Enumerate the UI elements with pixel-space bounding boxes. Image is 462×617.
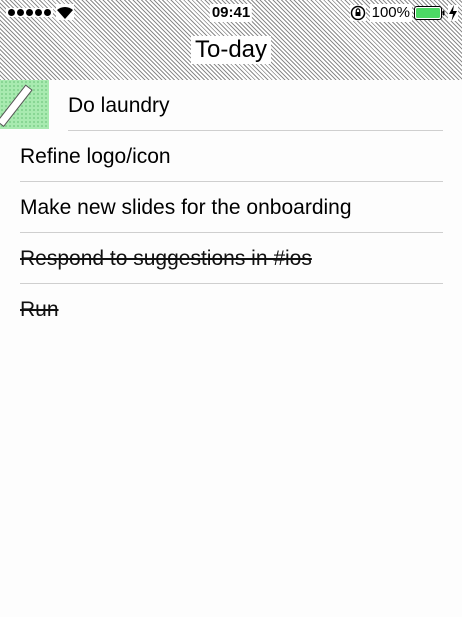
todo-item[interactable]: Refine logo/icon	[0, 131, 462, 182]
todo-label: Run	[20, 298, 59, 321]
cellular-signal-icon	[6, 8, 53, 17]
page-title: To-day	[190, 36, 272, 64]
todo-label: Do laundry	[68, 94, 170, 117]
charging-bolt-icon	[448, 5, 458, 21]
rotation-lock-icon	[350, 5, 366, 21]
todo-item[interactable]: Make new slides for the onboarding	[0, 182, 462, 233]
battery-icon	[414, 6, 445, 20]
status-bar: 09:41 100%	[0, 0, 462, 26]
edit-handle[interactable]	[0, 80, 49, 129]
battery-percentage: 100%	[369, 4, 412, 22]
todo-item-completed[interactable]: Respond to suggestions in #ios	[0, 233, 462, 284]
todo-label: Refine logo/icon	[20, 145, 171, 168]
wifi-icon	[56, 4, 74, 20]
status-time: 09:41	[209, 4, 253, 22]
todo-item[interactable]: Do laundry	[0, 80, 462, 131]
todo-label: Make new slides for the onboarding	[20, 196, 352, 219]
todo-list: Do laundry Refine logo/icon Make new sli…	[0, 80, 462, 335]
todo-label: Respond to suggestions in #ios	[20, 247, 312, 270]
pencil-icon	[0, 84, 33, 128]
todo-item-completed[interactable]: Run	[0, 284, 462, 335]
header-bar: 09:41 100% To-day	[0, 0, 462, 80]
